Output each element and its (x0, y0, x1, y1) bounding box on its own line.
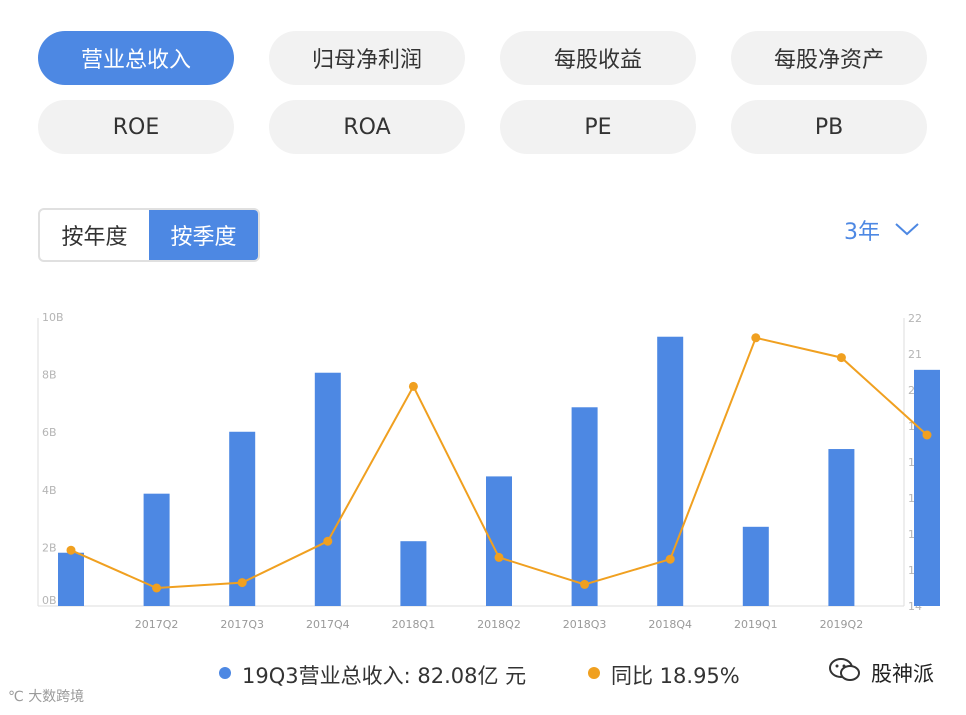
x-tick-label: 2018Q4 (648, 618, 692, 631)
revenue-bar (571, 407, 598, 606)
revenue-chart: 0B2B4B6B8B10B1415161718192021222017Q2201… (37, 311, 940, 631)
yoy-point (323, 536, 333, 546)
y-right-tick-label: 22 (908, 312, 922, 325)
chart-legend: 19Q3营业总收入: 82.08亿 元 同比 18.95% (0, 658, 966, 688)
x-tick-label: 2019Q1 (734, 618, 778, 631)
revenue-bar (742, 526, 769, 606)
revenue-bar (828, 449, 855, 606)
y-left-tick-label: 4B (42, 484, 57, 497)
yoy-point (665, 554, 675, 564)
yoy-legend-dot (588, 667, 600, 679)
revenue-legend-dot (219, 667, 231, 679)
yoy-point (152, 583, 162, 593)
revenue-bar (58, 552, 84, 606)
yoy-point (580, 579, 590, 589)
y-left-tick-label: 8B (42, 369, 57, 382)
watermark-text: 大数跨境 (28, 689, 85, 705)
x-tick-label: 2018Q3 (563, 618, 607, 631)
revenue-bar (914, 369, 940, 606)
brand-name: 股神派 (871, 661, 934, 686)
x-tick-label: 2017Q2 (135, 618, 179, 631)
x-tick-label: 2017Q3 (220, 618, 264, 631)
x-tick-label: 2017Q4 (306, 618, 350, 631)
watermark: ℃ 大数跨境 (8, 686, 84, 706)
yoy-point (494, 552, 504, 562)
y-left-tick-label: 2B (42, 541, 57, 554)
revenue-bar (314, 372, 341, 606)
y-left-tick-label: 10B (42, 311, 64, 324)
y-right-tick-label: 21 (908, 348, 922, 361)
yoy-point (836, 353, 846, 363)
x-tick-label: 2019Q2 (820, 618, 864, 631)
x-tick-label: 2018Q1 (392, 618, 436, 631)
y-left-tick-label: 0B (42, 594, 57, 607)
revenue-bar (400, 541, 427, 606)
yoy-point (66, 545, 76, 555)
watermark-logo-icon: ℃ (8, 689, 29, 705)
yoy-point (751, 333, 761, 343)
revenue-legend-text: 19Q3营业总收入: 82.08亿 元 (242, 664, 527, 688)
yoy-point (237, 578, 247, 588)
y-left-tick-label: 6B (42, 426, 57, 439)
revenue-bar (657, 336, 684, 606)
wechat-icon (827, 656, 863, 689)
yoy-point (922, 430, 932, 440)
yoy-point (408, 381, 418, 391)
yoy-legend-text: 同比 18.95% (611, 664, 740, 688)
brand: 股神派 (827, 656, 934, 689)
x-tick-label: 2018Q2 (477, 618, 521, 631)
